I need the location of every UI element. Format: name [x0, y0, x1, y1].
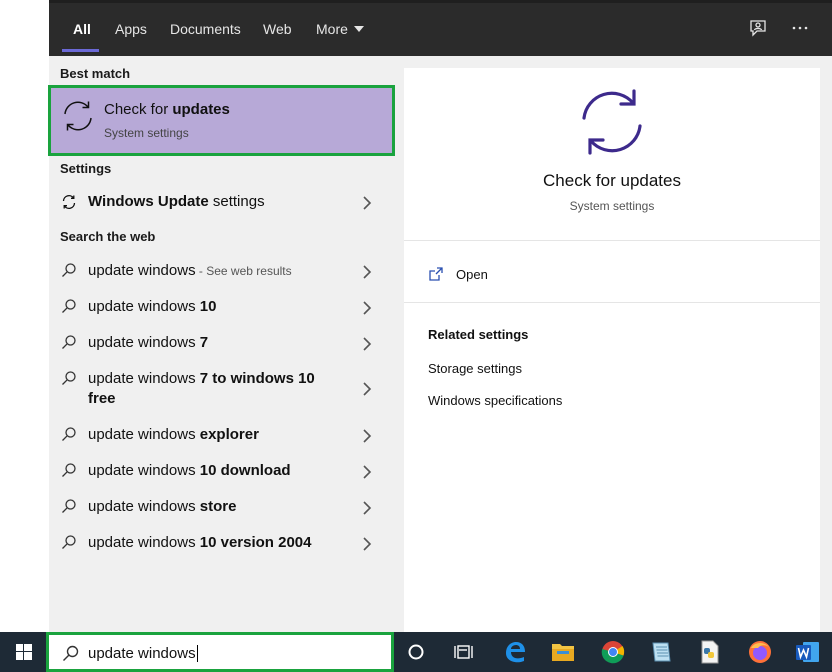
- web-result-label: update windows 10: [88, 298, 217, 315]
- search-input-value: update windows: [88, 644, 198, 662]
- refresh-icon: [61, 99, 95, 138]
- web-result-label: update windows store: [88, 498, 237, 515]
- search-icon: [61, 334, 77, 350]
- search-icon: [61, 534, 77, 550]
- preview-subtitle: System settings: [569, 199, 655, 213]
- search-icon: [61, 370, 77, 386]
- feedback-icon[interactable]: [748, 18, 770, 40]
- web-result-row[interactable]: update windows store: [49, 494, 404, 520]
- best-match-heading: Best match: [60, 66, 131, 81]
- best-match-title: Check for updates: [104, 101, 230, 118]
- notepad-icon[interactable]: [643, 636, 679, 668]
- tab-all[interactable]: All: [73, 21, 91, 37]
- active-tab-indicator: [62, 49, 99, 52]
- web-result-label: update windows 7: [88, 334, 209, 351]
- ellipsis-icon[interactable]: [790, 18, 812, 40]
- web-result-label: update windows 7 to windows 10 free: [88, 370, 315, 407]
- refresh-icon: [61, 194, 77, 210]
- related-link-windows-specifications[interactable]: Windows specifications: [428, 393, 562, 408]
- search-icon: [61, 462, 77, 478]
- web-result-row[interactable]: update windows 10: [49, 294, 404, 320]
- tab-web[interactable]: Web: [263, 21, 292, 37]
- web-result-row[interactable]: update windows - See web results: [49, 258, 404, 284]
- chevron-right-icon: [362, 501, 372, 515]
- related-link-storage-settings[interactable]: Storage settings: [428, 361, 522, 376]
- taskbar: update windows: [0, 632, 832, 672]
- search-icon: [61, 298, 77, 314]
- search-icon: [61, 498, 77, 514]
- web-result-row[interactable]: update windows 7 to windows 10 free: [49, 366, 404, 412]
- chevron-right-icon: [362, 301, 372, 315]
- search-icon: [61, 262, 77, 278]
- result-label: Windows Update settings: [88, 193, 265, 210]
- tab-more-label: More: [316, 21, 348, 37]
- tab-documents[interactable]: Documents: [170, 21, 241, 37]
- windows-logo-icon: [16, 644, 32, 660]
- search-filter-bar: All Apps Documents Web More: [49, 0, 832, 56]
- chevron-right-icon: [362, 382, 372, 396]
- web-result-row[interactable]: update windows explorer: [49, 422, 404, 448]
- open-icon: [428, 266, 444, 285]
- update-large-icon: [577, 87, 647, 162]
- divider: [404, 302, 820, 303]
- start-button[interactable]: [0, 632, 48, 672]
- python-file-icon[interactable]: [691, 636, 727, 668]
- preview-pane: Check for updates System settings Open R…: [404, 68, 820, 632]
- best-match-result[interactable]: Check for updates System settings: [48, 85, 395, 156]
- chrome-icon[interactable]: [595, 636, 631, 668]
- chevron-right-icon: [362, 429, 372, 443]
- firefox-icon[interactable]: [742, 636, 778, 668]
- chevron-right-icon: [362, 537, 372, 551]
- search-icon: [61, 426, 77, 442]
- related-settings-heading: Related settings: [428, 327, 529, 342]
- settings-heading: Settings: [60, 161, 112, 176]
- word-icon[interactable]: [790, 636, 826, 668]
- chevron-right-icon: [362, 196, 372, 210]
- open-label: Open: [456, 267, 488, 282]
- chevron-right-icon: [362, 465, 372, 479]
- chevron-down-icon: [353, 26, 364, 33]
- open-button[interactable]: Open: [428, 266, 548, 286]
- web-result-row[interactable]: update windows 10 version 2004: [49, 530, 404, 556]
- task-view-icon[interactable]: [445, 636, 481, 668]
- best-match-subtitle: System settings: [104, 126, 189, 140]
- web-result-row[interactable]: update windows 7: [49, 330, 404, 356]
- web-result-label: update windows 10 version 2004: [88, 534, 312, 551]
- search-input[interactable]: update windows: [46, 632, 394, 672]
- preview-title: Check for updates: [543, 171, 681, 190]
- chevron-right-icon: [362, 265, 372, 279]
- divider: [404, 240, 820, 241]
- cortana-icon[interactable]: [398, 636, 434, 668]
- tab-more[interactable]: More: [316, 21, 364, 37]
- search-web-heading: Search the web: [60, 229, 156, 244]
- web-result-label: update windows 10 download: [88, 462, 291, 479]
- web-result-label: update windows - See web results: [88, 262, 292, 279]
- result-windows-update-settings[interactable]: Windows Update settings: [49, 190, 404, 214]
- chevron-right-icon: [362, 337, 372, 351]
- web-result-row[interactable]: update windows 10 download: [49, 458, 404, 484]
- web-result-label: update windows explorer: [88, 426, 259, 443]
- file-explorer-icon[interactable]: [545, 636, 581, 668]
- tab-apps[interactable]: Apps: [115, 21, 147, 37]
- edge-icon[interactable]: [497, 636, 533, 668]
- search-icon: [62, 644, 80, 662]
